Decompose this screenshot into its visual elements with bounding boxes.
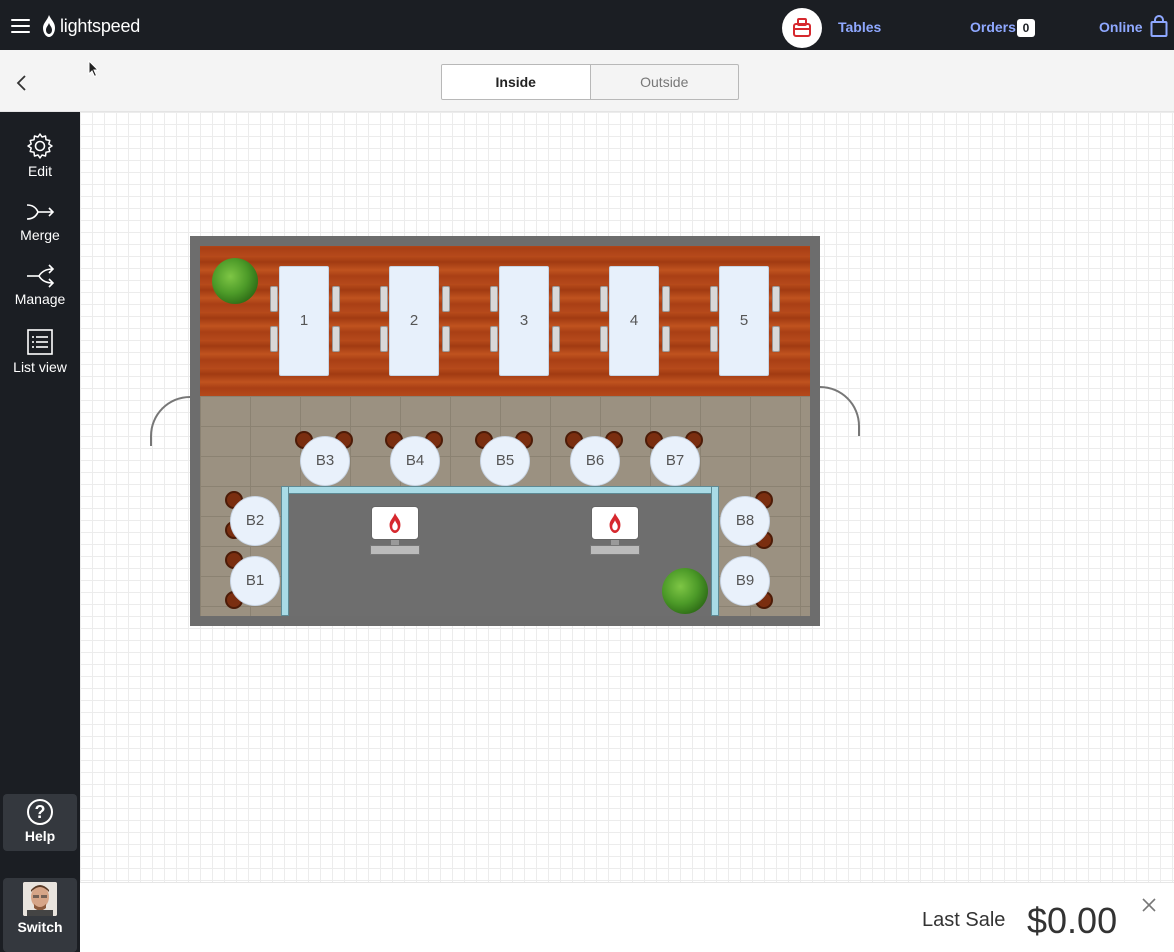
gear-icon [27, 133, 53, 159]
floor-toolbar: Inside Outside [0, 50, 1174, 112]
switch-label: Switch [17, 919, 63, 935]
register-icon [793, 18, 811, 37]
floor-plan-canvas: 1 2 3 4 5 B3 B4 B5 B6 B7 B2 B1 B8 B9 [80, 112, 1174, 882]
chair [600, 286, 608, 312]
chair [270, 286, 278, 312]
chair [442, 286, 450, 312]
mouse-cursor-icon [88, 60, 100, 78]
question-icon: ? [27, 799, 53, 825]
last-sale-label: Last Sale [922, 909, 1006, 931]
sidebar-item-label: Manage [14, 291, 66, 307]
table-b4[interactable]: B4 [390, 436, 440, 486]
sidebar-item-label: Merge [20, 227, 60, 243]
last-sale-amount: $0.00 [1027, 900, 1118, 941]
avatar [23, 882, 57, 916]
chair [772, 326, 780, 352]
sidebar-item-edit[interactable]: Edit [0, 132, 80, 179]
switch-user-button[interactable]: Switch [3, 878, 77, 952]
nav-tables[interactable]: Tables [838, 19, 881, 35]
sidebar-item-label: List view [13, 359, 67, 375]
table-b8[interactable]: B8 [720, 496, 770, 546]
top-bar: lightspeed Tables Orders 0 Online [0, 0, 1174, 50]
sidebar-item-merge[interactable]: Merge [0, 200, 80, 243]
chair [710, 286, 718, 312]
door-right [820, 386, 860, 436]
pos-register [370, 506, 420, 558]
register-button[interactable] [782, 8, 822, 48]
door-left [150, 396, 190, 446]
chair [772, 286, 780, 312]
brand-logo: lightspeed [42, 15, 140, 37]
bar-rail [711, 486, 719, 616]
table-5[interactable]: 5 [719, 266, 769, 376]
flame-logo-icon [389, 513, 401, 533]
chair [490, 286, 498, 312]
tab-outside[interactable]: Outside [591, 65, 739, 99]
bar-rail [281, 486, 289, 616]
floor-segment-control: Inside Outside [441, 64, 739, 100]
table-b5[interactable]: B5 [480, 436, 530, 486]
chair [380, 326, 388, 352]
plant-icon [212, 258, 258, 304]
sidebar-item-label: Edit [27, 163, 53, 179]
chair [270, 326, 278, 352]
chair [552, 326, 560, 352]
pos-register [590, 506, 640, 558]
table-b1[interactable]: B1 [230, 556, 280, 606]
brand-name: lightspeed [60, 15, 141, 36]
flame-logo-icon [609, 513, 621, 533]
tab-inside[interactable]: Inside [442, 65, 591, 99]
sidebar-item-list-view[interactable]: List view [0, 328, 80, 375]
chair [380, 286, 388, 312]
chair [332, 286, 340, 312]
table-b7[interactable]: B7 [650, 436, 700, 486]
sidebar: Edit Merge Manage List view ? Help Switc… [0, 112, 80, 952]
table-3[interactable]: 3 [499, 266, 549, 376]
table-b9[interactable]: B9 [720, 556, 770, 606]
nav-orders[interactable]: Orders [970, 19, 1016, 35]
table-b2[interactable]: B2 [230, 496, 280, 546]
table-1[interactable]: 1 [279, 266, 329, 376]
shopping-bag-icon[interactable] [1150, 15, 1168, 37]
table-4[interactable]: 4 [609, 266, 659, 376]
nav-online[interactable]: Online [1099, 19, 1143, 35]
bar-rail [286, 486, 714, 494]
back-arrow-icon[interactable] [14, 75, 30, 91]
close-icon[interactable] [1141, 897, 1157, 913]
chair [490, 326, 498, 352]
plant-icon [662, 568, 708, 614]
last-sale-bar: Last Sale $0.00 [80, 882, 1174, 952]
hamburger-menu-icon[interactable] [11, 19, 30, 33]
chair [332, 326, 340, 352]
merge-icon [26, 204, 55, 220]
table-b6[interactable]: B6 [570, 436, 620, 486]
chair [600, 326, 608, 352]
chair [552, 286, 560, 312]
split-icon [27, 264, 55, 288]
sidebar-item-manage[interactable]: Manage [0, 264, 80, 307]
chair [442, 326, 450, 352]
chair [710, 326, 718, 352]
floor-room: 1 2 3 4 5 B3 B4 B5 B6 B7 B2 B1 B8 B9 [190, 236, 820, 626]
help-label: Help [24, 828, 56, 844]
flame-logo-icon [43, 15, 55, 37]
chair [662, 286, 670, 312]
orders-count-badge: 0 [1017, 19, 1035, 37]
table-b3[interactable]: B3 [300, 436, 350, 486]
chair [662, 326, 670, 352]
help-button[interactable]: ? Help [3, 794, 77, 851]
table-2[interactable]: 2 [389, 266, 439, 376]
list-icon [27, 329, 53, 355]
bar-counter-area [283, 488, 715, 616]
